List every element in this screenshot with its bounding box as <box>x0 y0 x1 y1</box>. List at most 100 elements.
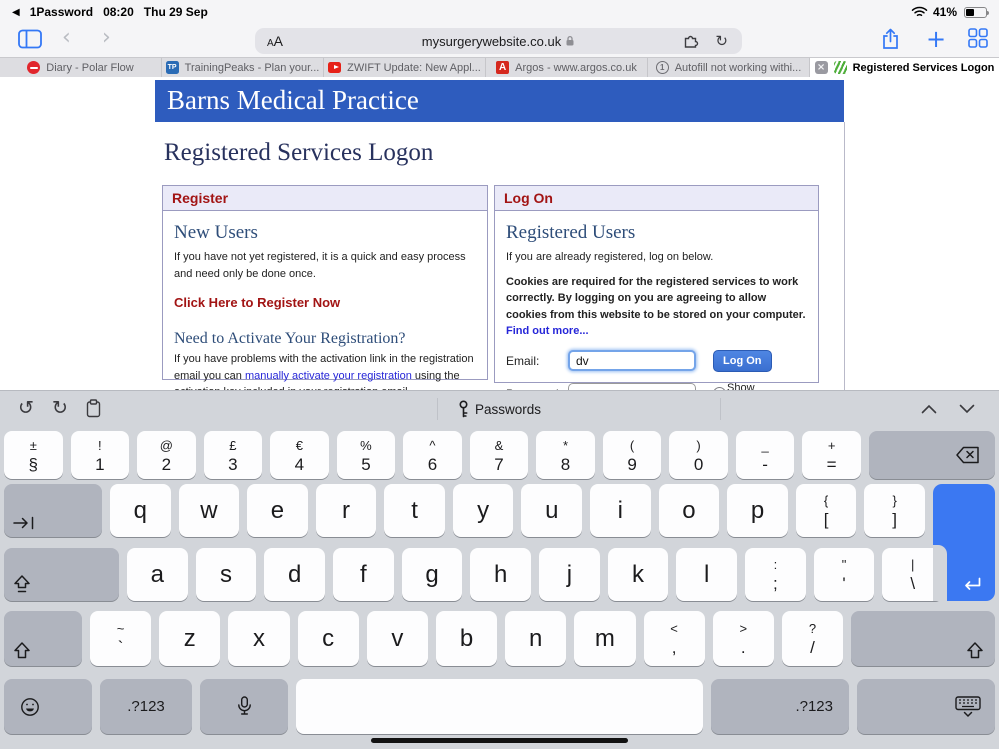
key-6[interactable]: ^6 <box>403 431 462 479</box>
register-now-link[interactable]: Click Here to Register Now <box>174 295 476 310</box>
key-quote[interactable]: "' <box>814 548 875 601</box>
home-indicator[interactable] <box>371 738 628 743</box>
key-m[interactable]: m <box>574 611 635 666</box>
reload-icon[interactable]: ↻ <box>715 32 728 50</box>
key-comma[interactable]: <, <box>644 611 705 666</box>
tab-registered-services-logon[interactable]: × Registered Services Logon <box>810 58 999 77</box>
show-characters-label: Show characters <box>727 382 807 391</box>
battery-percent: 41% <box>933 5 957 19</box>
logon-button[interactable]: Log On <box>713 350 772 372</box>
tab-trainingpeaks[interactable]: TP TrainingPeaks - Plan your... <box>162 58 324 77</box>
space-key[interactable] <box>296 679 703 734</box>
key-v[interactable]: v <box>367 611 428 666</box>
email-field[interactable] <box>568 350 696 371</box>
dismiss-keyboard-key[interactable] <box>857 679 995 734</box>
back-to-app-label[interactable]: 1Password <box>30 5 93 19</box>
key-1[interactable]: !1 <box>71 431 130 479</box>
forward-icon[interactable]: › <box>102 27 111 49</box>
key-bracket-left[interactable]: {[ <box>796 484 857 537</box>
key-f[interactable]: f <box>333 548 394 601</box>
key-o[interactable]: o <box>659 484 720 537</box>
backspace-key[interactable] <box>869 431 995 479</box>
key-0[interactable]: )0 <box>669 431 728 479</box>
key-8[interactable]: *8 <box>536 431 595 479</box>
key-r[interactable]: r <box>316 484 377 537</box>
key-9[interactable]: (9 <box>603 431 662 479</box>
caps-lock-icon <box>13 575 31 594</box>
key-q[interactable]: q <box>110 484 171 537</box>
tab-key[interactable] <box>4 484 102 537</box>
web-page: Barns Medical Practice Registered Servic… <box>0 77 999 390</box>
password-field[interactable] <box>568 383 696 390</box>
key-k[interactable]: k <box>608 548 669 601</box>
key-l[interactable]: l <box>676 548 737 601</box>
manually-activate-link[interactable]: manually activate your registration <box>245 370 412 382</box>
tab-bar: Diary - Polar Flow TP TrainingPeaks - Pl… <box>0 57 999 77</box>
chevron-up-icon[interactable] <box>921 404 937 414</box>
page-right-border <box>844 122 845 390</box>
return-key[interactable] <box>933 484 995 601</box>
key-a[interactable]: a <box>127 548 188 601</box>
key-w[interactable]: w <box>179 484 240 537</box>
shift-right-key[interactable] <box>851 611 995 666</box>
key-u[interactable]: u <box>521 484 582 537</box>
key-e[interactable]: e <box>247 484 308 537</box>
key-equals[interactable]: += <box>802 431 861 479</box>
key-backtick[interactable]: ~` <box>90 611 151 666</box>
tab-polar-flow[interactable]: Diary - Polar Flow <box>0 58 162 77</box>
key-y[interactable]: y <box>453 484 514 537</box>
emoji-icon <box>20 697 40 717</box>
address-bar[interactable]: AA mysurgerywebsite.co.uk ↻ <box>255 28 742 54</box>
key-minus[interactable]: _- <box>736 431 795 479</box>
keyboard-row-numbers: ±§ !1 @2 £3 €4 %5 ^6 &7 *8 (9 )0 _- += <box>4 431 995 479</box>
find-out-more-link[interactable]: Find out more... <box>506 325 589 337</box>
close-tab-icon[interactable]: × <box>815 61 828 74</box>
key-h[interactable]: h <box>470 548 531 601</box>
key-bracket-right[interactable]: }] <box>864 484 925 537</box>
key-c[interactable]: c <box>298 611 359 666</box>
key-s[interactable]: s <box>196 548 257 601</box>
emoji-key[interactable] <box>4 679 92 734</box>
tab-zwift[interactable]: ZWIFT Update: New Appl... <box>324 58 486 77</box>
key-i[interactable]: i <box>590 484 651 537</box>
key-semicolon[interactable]: :; <box>745 548 806 601</box>
key-period[interactable]: >. <box>713 611 774 666</box>
tabs-overview-icon[interactable] <box>968 28 988 48</box>
key-5[interactable]: %5 <box>337 431 396 479</box>
keyboard-row-top: q w e r t y u i o p {[ }] <box>4 484 925 537</box>
back-to-app-icon[interactable]: ◀ <box>12 7 20 18</box>
numbers-key-right[interactable]: .?123 <box>711 679 849 734</box>
key-p[interactable]: p <box>727 484 788 537</box>
shift-left-key[interactable] <box>4 611 82 666</box>
extensions-icon[interactable] <box>683 33 700 49</box>
key-x[interactable]: x <box>228 611 289 666</box>
logon-body-text: If you are already registered, log on be… <box>506 249 807 266</box>
key-4[interactable]: €4 <box>270 431 329 479</box>
key-j[interactable]: j <box>539 548 600 601</box>
share-icon[interactable] <box>882 28 899 50</box>
key-z[interactable]: z <box>159 611 220 666</box>
tab-1password-support[interactable]: 1 Autofill not working withi... <box>648 58 810 77</box>
key-g[interactable]: g <box>402 548 463 601</box>
key-2[interactable]: @2 <box>137 431 196 479</box>
caps-lock-key[interactable] <box>4 548 119 601</box>
key-7[interactable]: &7 <box>470 431 529 479</box>
numbers-key-left[interactable]: .?123 <box>100 679 192 734</box>
return-icon <box>962 577 982 592</box>
tab-argos[interactable]: A Argos - www.argos.co.uk <box>486 58 648 77</box>
sidebar-icon[interactable] <box>18 29 42 49</box>
key-t[interactable]: t <box>384 484 445 537</box>
key-d[interactable]: d <box>264 548 325 601</box>
key-b[interactable]: b <box>436 611 497 666</box>
key-section[interactable]: ±§ <box>4 431 63 479</box>
backspace-icon <box>955 446 980 464</box>
key-3[interactable]: £3 <box>204 431 263 479</box>
new-tab-icon[interactable]: + <box>926 25 946 53</box>
passwords-suggestion[interactable]: Passwords <box>0 391 999 427</box>
back-icon[interactable]: ‹ <box>62 27 71 49</box>
dictation-key[interactable] <box>200 679 288 734</box>
key-slash[interactable]: ?/ <box>782 611 843 666</box>
keyboard-row-bottom: ~` z x c v b n m <, >. ?/ <box>4 611 995 666</box>
key-n[interactable]: n <box>505 611 566 666</box>
chevron-down-icon[interactable] <box>959 404 975 414</box>
